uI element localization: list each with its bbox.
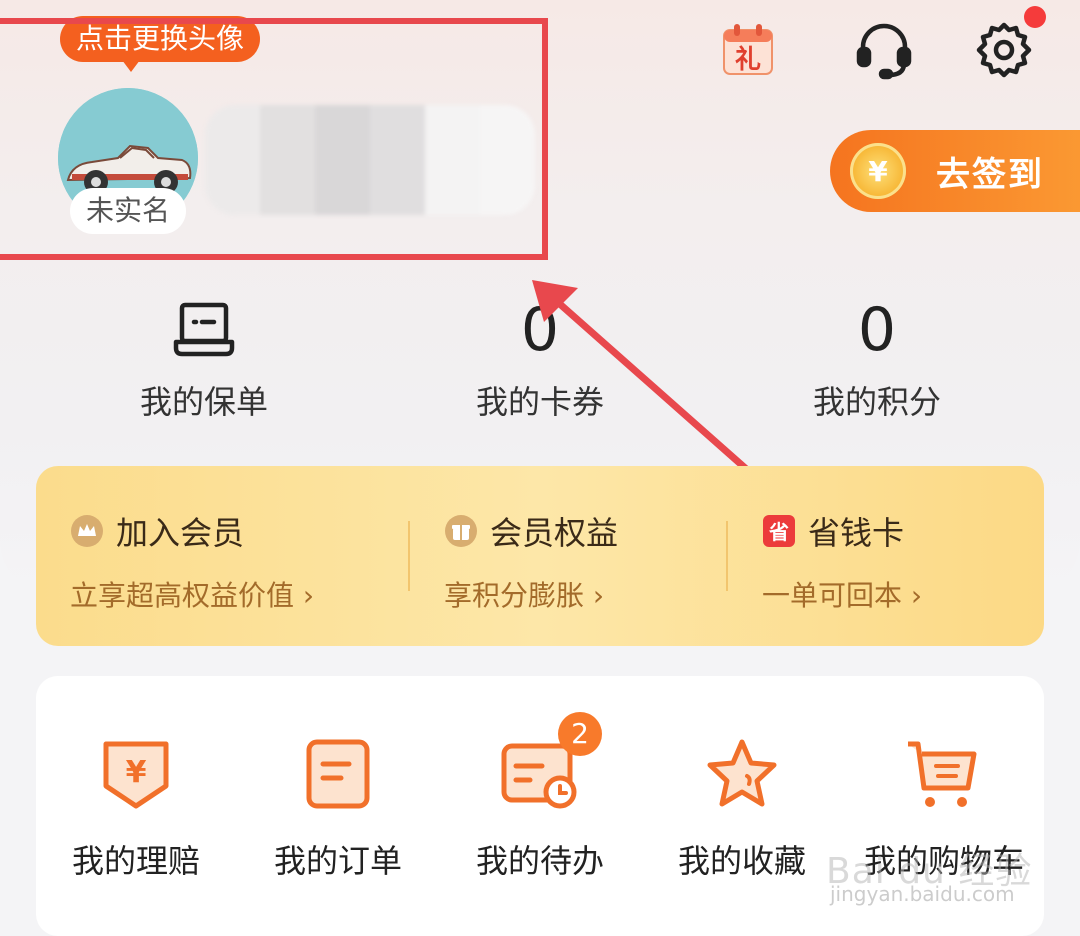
notification-dot — [1024, 6, 1046, 28]
divider — [408, 521, 410, 591]
member-title: 省钱卡 — [808, 514, 905, 552]
todo-badge: 2 — [558, 712, 602, 756]
divider — [726, 521, 728, 591]
menu-label: 我的理赔 — [71, 842, 200, 880]
menu-my-claims[interactable]: ¥ 我的理赔 — [36, 736, 236, 882]
member-save-card[interactable]: 省 省钱卡 一单可回本 › — [762, 508, 922, 614]
signin-label: 去签到 — [936, 154, 1044, 195]
claim-icon: ¥ — [103, 741, 169, 809]
signin-button[interactable]: ¥ 去签到 — [830, 130, 1080, 212]
stat-label: 我的保单 — [139, 383, 268, 421]
menu-my-orders[interactable]: 我的订单 — [238, 736, 438, 882]
member-banner: 加入会员 立享超高权益价值 › 会员权益 享积分膨胀 › 省 省钱卡 一单可回本… — [36, 466, 1044, 646]
stat-my-points[interactable]: 0 我的积分 — [767, 295, 987, 423]
member-join[interactable]: 加入会员 立享超高权益价值 › — [70, 508, 314, 614]
stat-value: 0 — [857, 295, 897, 365]
menu-my-favorites[interactable]: 我的收藏 — [642, 736, 842, 882]
gift-char: 礼 — [735, 44, 761, 75]
svg-text:¥: ¥ — [126, 755, 147, 790]
crown-icon — [71, 515, 103, 547]
settings-icon[interactable] — [972, 18, 1036, 82]
gift-box-icon — [445, 515, 477, 547]
member-title: 加入会员 — [116, 514, 245, 552]
save-card-icon: 省 — [763, 515, 795, 547]
watermark-url: jingyan.baidu.com — [830, 882, 1015, 906]
coin-icon: ¥ — [850, 143, 906, 199]
menu-label: 我的待办 — [475, 842, 604, 880]
member-benefits[interactable]: 会员权益 享积分膨胀 › — [444, 508, 618, 614]
menu-label: 我的收藏 — [677, 842, 806, 880]
customer-service-icon[interactable] — [852, 18, 916, 82]
menu-my-todo[interactable]: 2 我的待办 — [440, 712, 640, 882]
stat-label: 我的积分 — [812, 383, 941, 421]
star-icon — [707, 739, 777, 807]
order-icon — [306, 739, 370, 809]
cart-icon — [908, 741, 977, 807]
member-sub: 享积分膨胀 › — [444, 579, 605, 612]
menu-label: 我的订单 — [273, 842, 402, 880]
member-title: 会员权益 — [490, 514, 619, 552]
save-card-char: 省 — [768, 520, 789, 544]
member-sub: 一单可回本 › — [762, 579, 923, 612]
member-sub: 立享超高权益价值 › — [70, 579, 315, 612]
stat-my-policy[interactable]: 我的保单 — [94, 295, 314, 423]
daily-gift-icon[interactable]: 礼 — [716, 18, 780, 82]
policy-icon — [94, 295, 314, 365]
avatar-highlight-box — [0, 18, 548, 260]
